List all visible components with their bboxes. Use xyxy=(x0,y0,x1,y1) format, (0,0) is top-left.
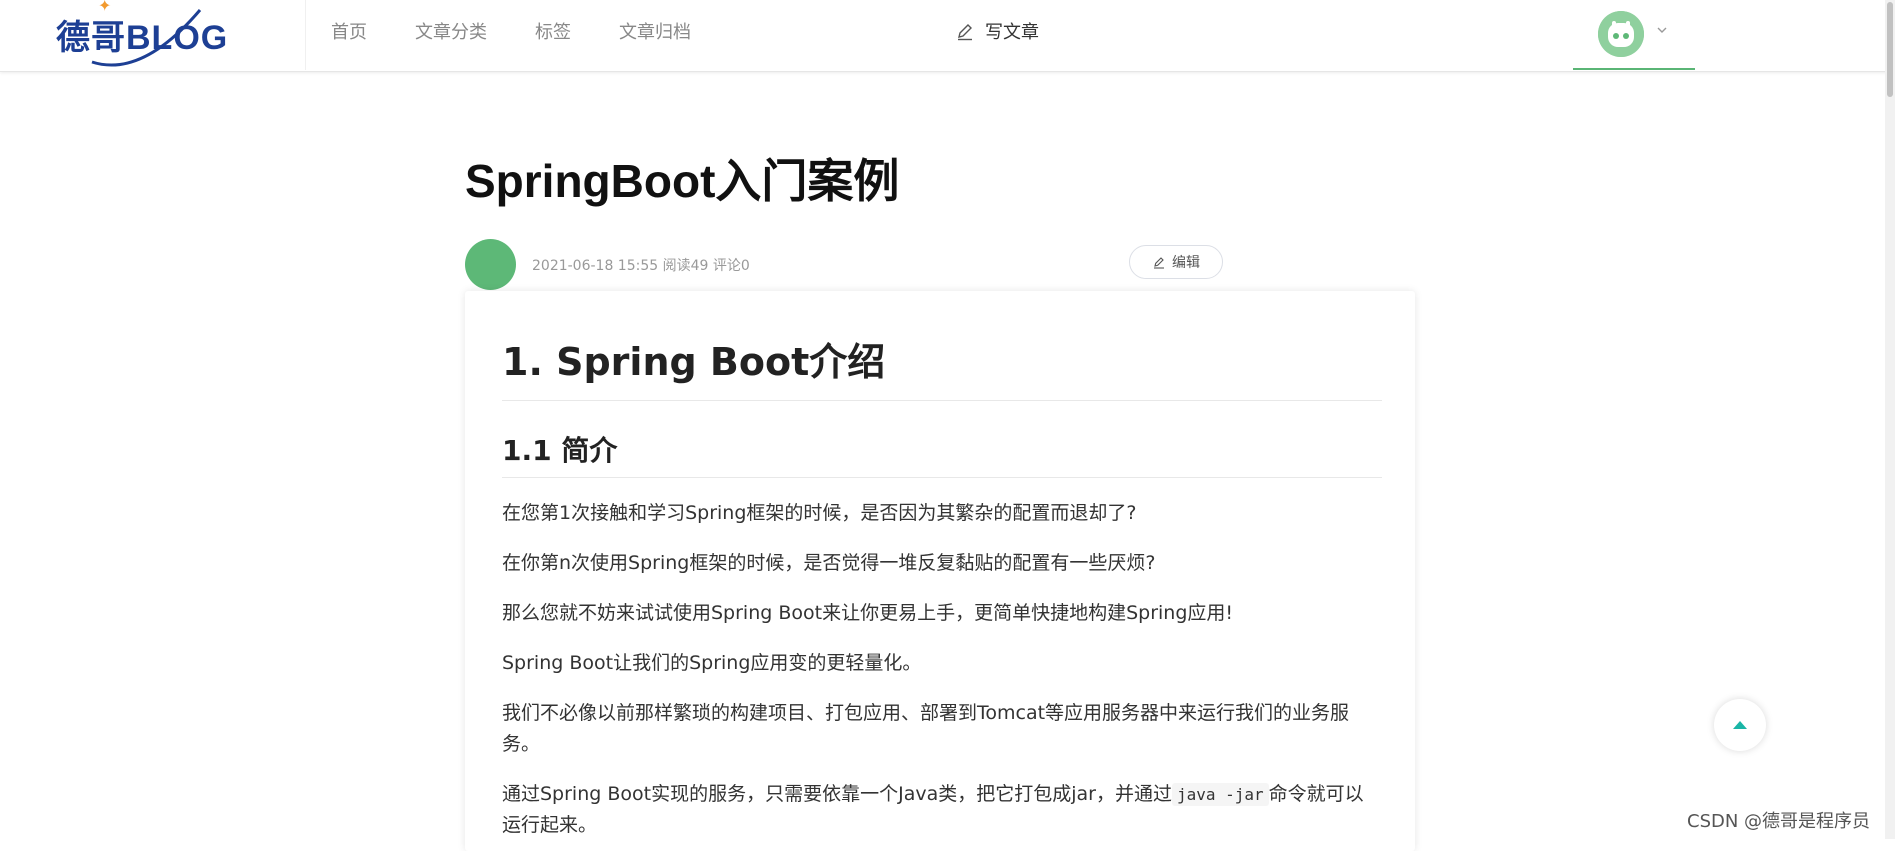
user-menu[interactable] xyxy=(1573,0,1695,70)
paragraph: 那么您就不妨来试试使用Spring Boot来让你更易上手，更简单快捷地构建Sp… xyxy=(502,602,1234,624)
heading-level-1: 1. Spring Boot介绍 xyxy=(502,291,1382,401)
logo-divider xyxy=(305,0,306,70)
paragraph-text: 通过Spring Boot实现的服务，只需要依靠一个Java类，把它打包成jar… xyxy=(502,783,1172,805)
article-meta: 2021-06-18 15:55 阅读49 评论0 xyxy=(532,258,750,274)
edit-article-button[interactable]: 编辑 xyxy=(1129,245,1223,279)
markdown-content: 1. Spring Boot介绍 1.1 简介 在您第1次接触和学习Spring… xyxy=(502,291,1382,841)
arrow-up-icon xyxy=(1733,721,1747,729)
paragraph: 在你第n次使用Spring框架的时候，是否觉得一堆反复黏贴的配置有一些厌烦? xyxy=(502,552,1156,574)
avatar[interactable] xyxy=(1598,11,1644,57)
page-title: SpringBoot入门案例 xyxy=(465,155,900,207)
edit-button-label: 编辑 xyxy=(1172,255,1200,271)
page-scrollbar[interactable] xyxy=(1885,0,1895,839)
nav-item-tags[interactable]: 标签 xyxy=(535,0,571,70)
paragraph: 我们不必像以前那样繁琐的构建项目、打包应用、部署到Tomcat等应用服务器中来运… xyxy=(502,702,1350,755)
paragraph-with-code: 通过Spring Boot实现的服务，只需要依靠一个Java类，把它打包成jar… xyxy=(502,779,1382,841)
pencil-icon xyxy=(958,24,972,41)
nav-item-home[interactable]: 首页 xyxy=(331,0,367,70)
chevron-down-icon[interactable] xyxy=(1655,23,1669,37)
logo-text: 德哥BLOG xyxy=(56,19,229,57)
csdn-watermark: CSDN @德哥是程序员 xyxy=(1687,811,1871,832)
pencil-icon xyxy=(1154,257,1164,269)
author-avatar[interactable] xyxy=(465,239,516,290)
avatar-face-icon xyxy=(1598,11,1644,57)
inline-code: java -jar xyxy=(1171,783,1269,806)
paragraph: Spring Boot让我们的Spring应用变的更轻量化。 xyxy=(502,652,922,674)
write-article-button[interactable]: 写文章 xyxy=(955,0,1039,62)
scrollbar-thumb[interactable] xyxy=(1887,2,1893,97)
back-to-top-button[interactable] xyxy=(1714,699,1766,751)
write-article-label: 写文章 xyxy=(985,22,1039,43)
nav-item-archive[interactable]: 文章归档 xyxy=(619,0,691,70)
heading-level-2: 1.1 简介 xyxy=(502,401,1382,478)
article-body-card: 1. Spring Boot介绍 1.1 简介 在您第1次接触和学习Spring… xyxy=(465,291,1415,851)
main-nav: 首页 文章分类 标签 文章归档 xyxy=(331,0,739,70)
top-navbar: ✦ 德哥BLOG 首页 文章分类 标签 文章归档 写文章 xyxy=(0,0,1895,72)
nav-item-categories[interactable]: 文章分类 xyxy=(415,0,487,70)
paragraph: 在您第1次接触和学习Spring框架的时候，是否因为其繁杂的配置而退却了? xyxy=(502,502,1137,524)
site-logo[interactable]: ✦ 德哥BLOG xyxy=(52,0,242,70)
